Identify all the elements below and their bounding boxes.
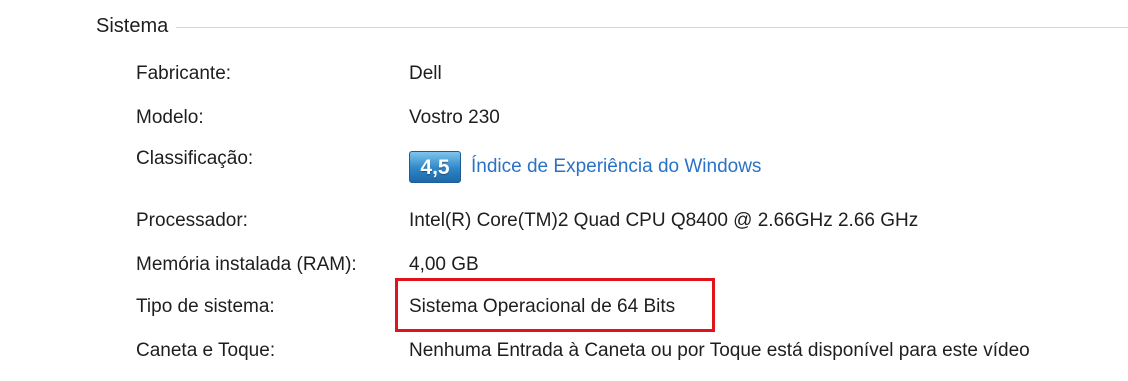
experience-index-badge[interactable]: 4,5 [409,151,461,183]
model-label: Modelo: [136,107,204,128]
memory-value: 4,00 GB [409,254,479,275]
system-type-label: Tipo de sistema: [136,296,275,317]
section-divider [176,27,1128,28]
system-properties-panel: Sistema Fabricante: Dell Modelo: Vostro … [0,0,1128,381]
manufacturer-label: Fabricante: [136,63,232,84]
row-rating: Classificação: 4,5 Índice de Experiência… [0,144,1128,183]
section-title: Sistema [96,14,173,38]
model-value: Vostro 230 [409,107,500,128]
row-processor: Processador: Intel(R) Core(TM)2 Quad CPU… [0,206,1128,236]
rating-value: 4,5 Índice de Experiência do Windows [409,149,761,185]
row-pen-touch: Caneta e Toque: Nenhuma Entrada à Caneta… [0,336,1128,366]
processor-label: Processador: [136,210,248,231]
pen-touch-value: Nenhuma Entrada à Caneta ou por Toque es… [409,340,1030,361]
experience-index-link[interactable]: Índice de Experiência do Windows [471,156,761,178]
row-memory: Memória instalada (RAM): 4,00 GB [0,250,1128,280]
rating-label: Classificação: [136,148,254,169]
row-model: Modelo: Vostro 230 [0,103,1128,133]
pen-touch-label: Caneta e Toque: [136,340,276,361]
manufacturer-value: Dell [409,63,442,84]
memory-label: Memória instalada (RAM): [136,254,357,275]
system-type-highlight-box [395,278,715,332]
row-manufacturer: Fabricante: Dell [0,59,1128,89]
processor-value: Intel(R) Core(TM)2 Quad CPU Q8400 @ 2.66… [409,210,919,231]
